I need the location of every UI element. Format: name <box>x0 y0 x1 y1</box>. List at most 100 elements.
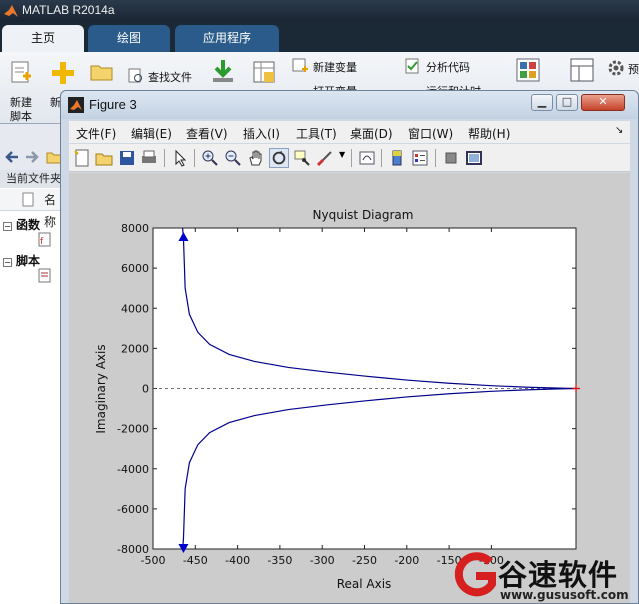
menu-tools[interactable]: 工具(T) <box>296 125 337 142</box>
y-tick-label: 0 <box>142 383 149 396</box>
name-column-header[interactable]: 名称 <box>0 189 62 229</box>
tree-group-label: 脚本 <box>16 254 41 268</box>
collapse-toggle-icon[interactable]: − <box>3 258 12 267</box>
tab-home[interactable]: 主页 <box>2 25 84 52</box>
find-files-icon <box>128 68 142 83</box>
simulink-library-icon[interactable] <box>516 58 540 82</box>
matlab-figure-icon <box>68 97 84 113</box>
y-tick-label: -4000 <box>117 463 149 476</box>
colorbar-icon[interactable] <box>387 148 407 168</box>
y-tick-label: 4000 <box>121 302 149 315</box>
print-icon[interactable] <box>139 148 159 168</box>
watermark-url: www.gususoft.com <box>500 588 629 602</box>
new-variable-button[interactable]: 新建变量 <box>292 58 372 76</box>
brush-icon[interactable] <box>315 148 335 168</box>
y-tick-label: -6000 <box>117 503 149 516</box>
menu-view[interactable]: 查看(V) <box>186 125 228 142</box>
link-plot-icon[interactable] <box>357 148 377 168</box>
zoom-out-icon[interactable] <box>223 148 243 168</box>
preferences-button[interactable]: 预 <box>608 60 639 78</box>
figure-titlebar[interactable]: Figure 3 ▁ □ ✕ <box>61 91 638 119</box>
x-tick-label: -400 <box>225 554 250 567</box>
current-folder-panel: 当前文件夹 名称 − 函数 f − 脚本 <box>0 170 62 604</box>
menu-edit[interactable]: 编辑(E) <box>131 125 172 142</box>
new-figure-icon[interactable] <box>72 148 92 168</box>
x-tick-label: -200 <box>394 554 419 567</box>
figure-window: Figure 3 ▁ □ ✕ 文件(F) 编辑(E) 查看(V) 插入(I) 工… <box>60 90 639 604</box>
layout-icon[interactable] <box>570 58 594 82</box>
tree-group-label: 函数 <box>16 218 41 232</box>
plus-icon <box>52 62 74 84</box>
analyze-code-button[interactable]: 分析代码 <box>404 58 484 76</box>
y-tick-label: 2000 <box>121 342 149 355</box>
open-file-icon[interactable] <box>94 148 114 168</box>
ribbon-tab-bar: 主页 绘图 应用程序 <box>0 22 639 52</box>
x-axis-label: Real Axis <box>337 577 392 591</box>
toolbar-separator <box>381 149 382 167</box>
toolbar-separator <box>435 149 436 167</box>
collapse-toggle-icon[interactable]: − <box>3 222 12 231</box>
figure-toolbar: ▼ <box>69 144 630 172</box>
tree-group-scripts[interactable]: − 脚本 <box>3 252 40 269</box>
back-arrow-icon[interactable] <box>4 149 20 165</box>
new-script-button[interactable]: 新建 脚本 <box>4 58 38 123</box>
data-cursor-icon[interactable] <box>292 148 312 168</box>
matlab-logo-icon <box>4 5 18 17</box>
gear-icon <box>608 60 624 76</box>
rotate-3d-icon[interactable] <box>269 148 289 168</box>
pointer-icon[interactable] <box>170 148 190 168</box>
y-tick-label: 8000 <box>121 222 149 235</box>
function-file-icon[interactable]: f <box>38 232 52 248</box>
new-variable-icon <box>292 58 308 72</box>
watermark-logo-icon <box>454 552 496 597</box>
close-icon: ✕ <box>598 95 608 108</box>
forward-arrow-icon[interactable] <box>24 149 40 165</box>
y-axis-label: Imaginary Axis <box>94 344 108 433</box>
close-button[interactable]: ✕ <box>581 94 625 111</box>
tree-group-functions[interactable]: − 函数 <box>3 216 40 233</box>
maximize-button[interactable]: □ <box>556 94 578 111</box>
analyze-code-icon <box>405 58 419 74</box>
menu-help[interactable]: 帮助(H) <box>468 125 510 142</box>
script-file-icon[interactable] <box>38 268 52 284</box>
menu-file[interactable]: 文件(F) <box>76 125 116 142</box>
x-tick-label: -450 <box>183 554 208 567</box>
zoom-in-icon[interactable] <box>200 148 220 168</box>
file-type-icon <box>22 192 34 207</box>
y-tick-label: -2000 <box>117 423 149 436</box>
app-title: MATLAB R2014a <box>22 3 115 17</box>
tab-plots[interactable]: 绘图 <box>88 25 170 52</box>
minimize-icon: ▁ <box>537 95 547 108</box>
toolbar-separator <box>194 149 195 167</box>
tab-apps[interactable]: 应用程序 <box>175 25 279 52</box>
analyze-code-label: 分析代码 <box>426 61 470 74</box>
preferences-label: 预 <box>628 63 639 76</box>
find-files-label: 查找文件 <box>148 71 192 84</box>
new-variable-label: 新建变量 <box>313 61 357 74</box>
save-workspace-icon[interactable] <box>252 60 276 84</box>
toolbar-separator <box>351 149 352 167</box>
brush-dropdown-icon[interactable]: ▼ <box>339 150 345 159</box>
current-folder-header: 当前文件夹 <box>0 170 62 188</box>
menu-desktop[interactable]: 桌面(D) <box>350 125 393 142</box>
pan-hand-icon[interactable] <box>246 148 266 168</box>
find-files-button[interactable]: 查找文件 <box>128 68 198 86</box>
import-data-icon[interactable] <box>210 58 236 84</box>
minimize-button[interactable]: ▁ <box>531 94 553 111</box>
matlab-titlebar: MATLAB R2014a <box>0 0 639 22</box>
nyquist-plot: Nyquist Diagram -500 -450 -400 -350 -300 -250… <box>94 208 580 591</box>
save-icon[interactable] <box>117 148 137 168</box>
menu-window[interactable]: 窗口(W) <box>408 125 453 142</box>
legend-icon[interactable] <box>410 148 430 168</box>
open-folder-icon[interactable] <box>90 62 114 82</box>
figure-canvas: Nyquist Diagram -500 -450 -400 -350 -300 -250… <box>69 173 630 603</box>
new-script-icon <box>11 61 31 83</box>
y-tick-label: -8000 <box>117 543 149 556</box>
x-tick-label: -250 <box>352 554 377 567</box>
hide-plot-tools-icon[interactable] <box>441 148 461 168</box>
y-tick-label: 6000 <box>121 262 149 275</box>
menu-insert[interactable]: 插入(I) <box>243 125 280 142</box>
dock-arrow-icon[interactable]: ↘ <box>615 125 623 136</box>
show-plot-tools-icon[interactable] <box>464 148 484 168</box>
maximize-icon: □ <box>561 95 573 108</box>
